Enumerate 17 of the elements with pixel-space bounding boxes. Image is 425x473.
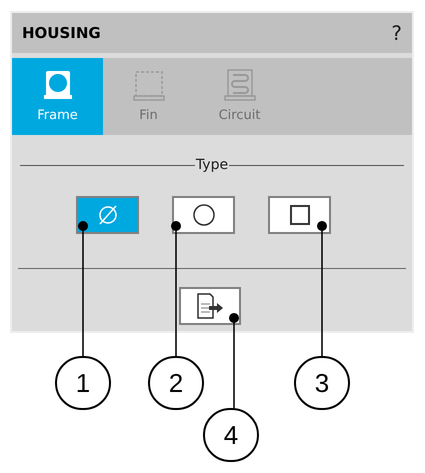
tab[interactable]: Fin <box>103 58 194 135</box>
panel-title: HOUSING <box>22 22 101 44</box>
group-label: Type <box>194 156 230 175</box>
callout-number: 1 <box>55 356 111 410</box>
circle-icon <box>192 203 216 227</box>
help-button[interactable]: ? <box>391 18 402 48</box>
callout-number: 4 <box>203 408 259 462</box>
type-option-button[interactable] <box>172 196 235 234</box>
tab[interactable]: Circuit <box>194 58 285 135</box>
callout-number: 3 <box>294 356 350 410</box>
type-option-button[interactable] <box>76 196 139 234</box>
document-arrow-icon <box>195 292 225 320</box>
callout-number: 2 <box>148 356 204 410</box>
export-button[interactable] <box>179 287 241 325</box>
tab[interactable]: Frame <box>12 58 103 135</box>
type-option-button[interactable] <box>268 196 331 234</box>
square-icon <box>288 204 310 226</box>
